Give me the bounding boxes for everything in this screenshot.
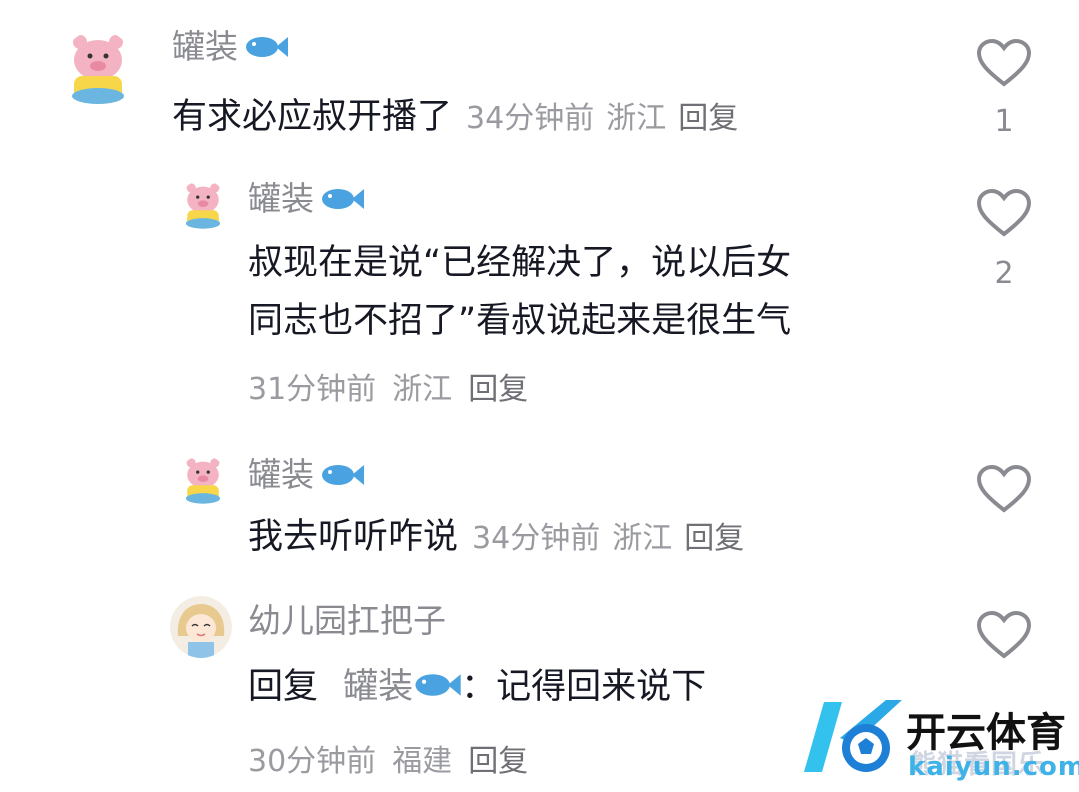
heart-icon[interactable]	[976, 188, 1032, 238]
pig-avatar[interactable]	[178, 180, 228, 234]
watermark-domain: kaiyun.com	[908, 752, 1079, 782]
fish-emoji-icon	[320, 184, 364, 217]
comment-text-line: 同志也不招了”看叔说起来是很生气	[248, 301, 792, 341]
reply-button[interactable]: 回复	[468, 372, 528, 407]
comment-username[interactable]: 罐装	[248, 458, 364, 493]
heart-icon[interactable]	[976, 464, 1032, 514]
girl-avatar[interactable]	[170, 596, 232, 658]
comment-username[interactable]: 罐装	[248, 182, 364, 217]
comment-text: 我去听听咋说 34分钟前 浙江 回复	[248, 510, 756, 566]
reply-to-username[interactable]: 罐装	[343, 667, 413, 707]
comment-meta: 34分钟前 浙江 回复	[472, 521, 745, 556]
comment-username[interactable]: 罐装	[172, 30, 288, 65]
comment-meta: 34分钟前 浙江 回复	[466, 101, 739, 136]
comment-meta: 31分钟前 浙江 回复	[248, 372, 529, 407]
like-count: 1	[994, 104, 1014, 139]
reply-button[interactable]: 回复	[468, 744, 528, 779]
heart-icon[interactable]	[976, 610, 1032, 660]
reply-button[interactable]: 回复	[684, 521, 744, 556]
heart-icon[interactable]	[976, 38, 1032, 88]
comment-meta: 30分钟前 福建 回复	[248, 744, 529, 779]
comment-text: 有求必应叔开播了 34分钟前 浙江 回复	[172, 90, 750, 146]
fish-emoji-icon	[320, 460, 364, 493]
kaiyun-logo-icon	[794, 692, 904, 782]
comment-username[interactable]: 幼儿园扛把子	[248, 604, 446, 637]
reply-prefix: 回复	[248, 667, 319, 707]
pig-avatar[interactable]	[178, 455, 228, 509]
pig-avatar[interactable]	[60, 30, 136, 112]
reply-button[interactable]: 回复	[678, 101, 738, 136]
comment-text: 回复 罐装 ：记得回来说下	[248, 660, 706, 715]
like-count: 2	[994, 256, 1014, 291]
comment-text-line: 叔现在是说“已经解决了，说以后女	[248, 243, 792, 283]
fish-emoji-icon	[244, 32, 288, 65]
fish-emoji-icon	[413, 661, 461, 715]
